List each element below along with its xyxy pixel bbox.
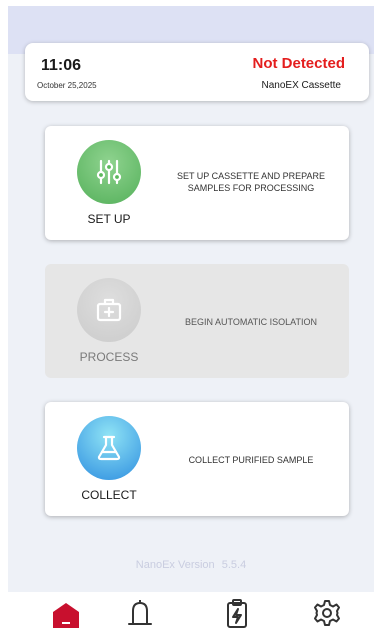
nav-reports[interactable] [217,598,257,630]
home-icon [53,603,79,628]
app-screen: 11:06 Not Detected October 25,2025 NanoE… [8,6,374,592]
clipboard-charge-icon [227,599,247,628]
detection-status: Not Detected [252,55,345,72]
setup-icon-circle [77,140,141,204]
flask-icon [97,435,121,461]
nav-settings[interactable] [307,598,347,630]
nav-notifications[interactable] [120,598,160,630]
version-label: NanoEx Version [135,559,215,571]
process-icon-circle [77,278,141,342]
collect-card[interactable]: COLLECT COLLECT PURIFIED SAMPLE [45,402,349,516]
collect-description: COLLECT PURIFIED SAMPLE [188,455,314,465]
collect-title: COLLECT [81,488,137,502]
setup-card[interactable]: SET UP SET UP CASSETTE AND PREPARE SAMPL… [45,126,349,240]
device-name: NanoEX Cassette [261,80,342,91]
setup-title: SET UP [87,212,131,226]
gear-icon [314,600,340,626]
bottom-nav [0,592,382,633]
version-number: 5.5.4 [221,559,247,571]
collect-icon-circle [77,416,141,480]
status-date: October 25,2025 [37,81,97,90]
sliders-icon [96,159,122,185]
status-card: 11:06 Not Detected October 25,2025 NanoE… [25,43,369,101]
process-description: BEGIN AUTOMATIC ISOLATION [184,317,318,327]
process-title: PROCESS [79,350,139,364]
status-time: 11:06 [41,57,82,74]
medkit-icon [96,298,122,322]
version-info: NanoEx Version 5.5.4 [8,559,374,571]
process-card: PROCESS BEGIN AUTOMATIC ISOLATION [45,264,349,378]
setup-description: SET UP CASSETTE AND PREPARE SAMPLES FOR … [176,171,326,193]
nav-home[interactable] [46,598,86,630]
bell-icon [128,600,152,625]
